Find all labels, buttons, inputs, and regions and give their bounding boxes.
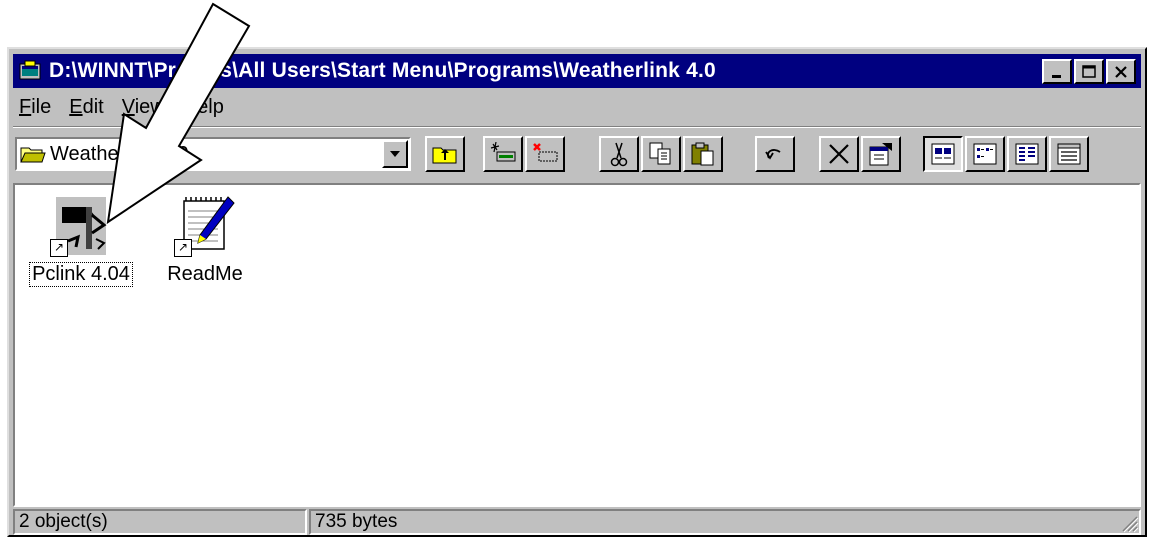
menu-view[interactable]: View — [113, 96, 174, 119]
details-view-icon — [1057, 143, 1081, 165]
address-value: Weatherlink 4.0 — [50, 142, 189, 165]
list-view-button[interactable] — [1007, 136, 1047, 172]
disconnect-drive-button[interactable] — [525, 136, 565, 172]
menu-separator — [13, 126, 1141, 128]
shortcut-arrow-icon: ↗ — [50, 239, 68, 257]
small-icons-view-icon — [973, 143, 997, 165]
minimize-button[interactable] — [1042, 59, 1072, 84]
toolbar: Weatherlink 4.0 — [13, 131, 1141, 181]
menu-edit-accel: E — [69, 95, 83, 118]
resize-grip-icon[interactable] — [1117, 511, 1139, 533]
menu-file[interactable]: File — [13, 96, 60, 119]
menu-edit[interactable]: Edit — [60, 96, 112, 119]
menu-help[interactable]: Help — [174, 96, 233, 119]
delete-button[interactable] — [819, 136, 859, 172]
menu-view-accel: V — [121, 95, 135, 118]
file-list-view[interactable]: ↗ Pclink 4.04 ↗ ReadMe — [13, 183, 1141, 507]
cut-icon — [610, 142, 628, 167]
explorer-window: D:\WINNT\Profiles\All Users\Start Menu\P… — [7, 47, 1147, 537]
weather-station-icon: ↗ — [48, 193, 114, 259]
close-button[interactable] — [1106, 59, 1136, 84]
undo-icon — [765, 149, 781, 160]
notepad-icon: ↗ — [172, 193, 238, 259]
map-drive-icon — [490, 142, 516, 162]
undo-button[interactable] — [755, 136, 795, 172]
address-combobox[interactable]: Weatherlink 4.0 — [15, 137, 411, 171]
status-bar: 2 object(s) 735 bytes — [13, 509, 1141, 535]
large-icons-view-icon — [931, 143, 955, 165]
cut-button[interactable] — [599, 136, 639, 172]
properties-icon — [869, 143, 892, 166]
small-icons-button[interactable] — [965, 136, 1005, 172]
list-view-icon — [1015, 143, 1039, 165]
status-size: 735 bytes — [309, 509, 1141, 535]
window-title: D:\WINNT\Profiles\All Users\Start Menu\P… — [49, 59, 716, 82]
up-one-level-button[interactable] — [425, 136, 465, 172]
status-object-count: 2 object(s) — [13, 509, 307, 535]
copy-icon — [649, 142, 671, 165]
copy-button[interactable] — [641, 136, 681, 172]
file-label: ReadMe — [167, 263, 243, 285]
paste-button[interactable] — [683, 136, 723, 172]
dropdown-arrow-icon[interactable] — [382, 140, 408, 168]
open-folder-icon — [20, 144, 46, 164]
properties-button[interactable] — [861, 136, 901, 172]
details-view-button[interactable] — [1049, 136, 1089, 172]
file-item-pclink[interactable]: ↗ Pclink 4.04 — [21, 193, 141, 287]
menu-bar: File Edit View Help — [13, 92, 233, 122]
file-label: Pclink 4.04 — [29, 262, 133, 287]
map-drive-button[interactable] — [483, 136, 523, 172]
menu-help-accel: H — [182, 95, 198, 118]
file-item-readme[interactable]: ↗ ReadMe — [145, 193, 265, 286]
paste-icon — [691, 142, 714, 166]
disconnect-drive-icon — [533, 143, 558, 162]
menu-file-accel: F — [19, 95, 32, 118]
delete-icon — [829, 144, 849, 164]
folder-window-icon — [19, 60, 41, 82]
title-bar[interactable]: D:\WINNT\Profiles\All Users\Start Menu\P… — [13, 54, 1141, 88]
shortcut-arrow-icon: ↗ — [174, 239, 192, 257]
maximize-button[interactable] — [1074, 59, 1104, 84]
up-one-level-icon — [432, 147, 457, 164]
large-icons-button[interactable] — [923, 136, 963, 172]
